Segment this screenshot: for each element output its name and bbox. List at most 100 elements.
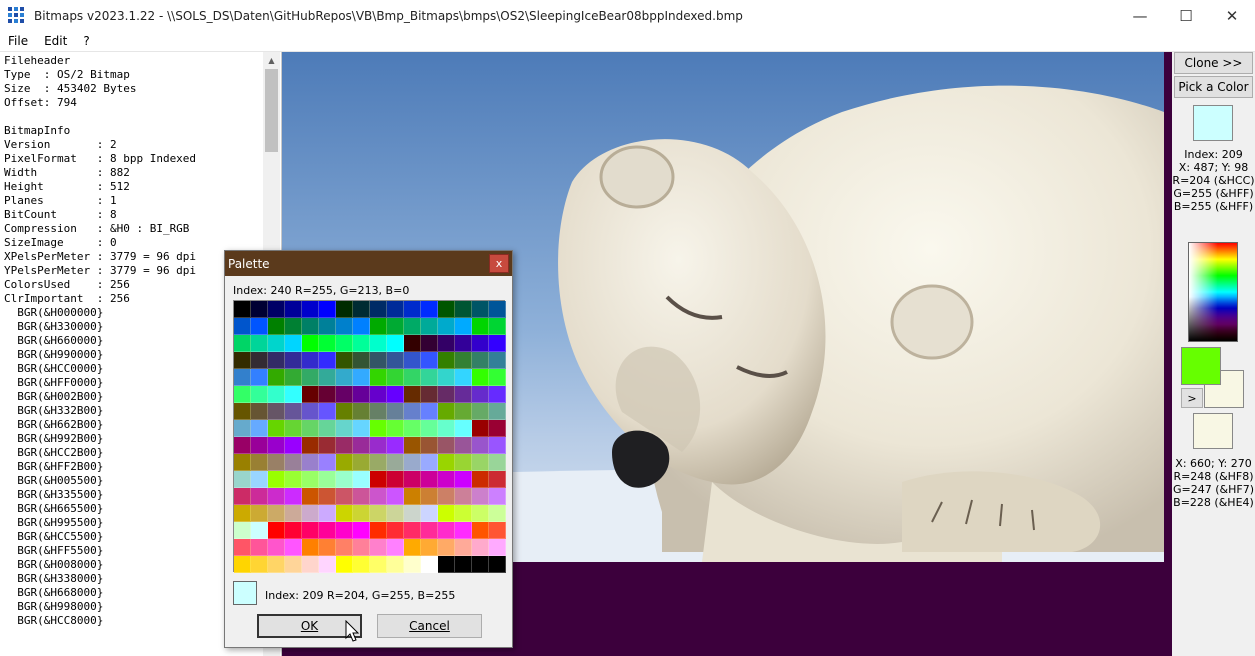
- palette-cell[interactable]: [421, 454, 438, 471]
- palette-cell[interactable]: [438, 352, 455, 369]
- palette-cell[interactable]: [489, 335, 506, 352]
- palette-cell[interactable]: [353, 522, 370, 539]
- palette-cell[interactable]: [421, 335, 438, 352]
- palette-cell[interactable]: [268, 301, 285, 318]
- palette-cell[interactable]: [285, 488, 302, 505]
- palette-cell[interactable]: [302, 471, 319, 488]
- palette-cell[interactable]: [472, 386, 489, 403]
- palette-cell[interactable]: [472, 437, 489, 454]
- palette-cell[interactable]: [234, 352, 251, 369]
- palette-cell[interactable]: [387, 471, 404, 488]
- palette-cell[interactable]: [268, 454, 285, 471]
- palette-cell[interactable]: [472, 471, 489, 488]
- menu-edit[interactable]: Edit: [36, 34, 75, 48]
- palette-cell[interactable]: [404, 556, 421, 573]
- palette-cell[interactable]: [319, 437, 336, 454]
- palette-cell[interactable]: [421, 403, 438, 420]
- palette-cell[interactable]: [353, 335, 370, 352]
- palette-cell[interactable]: [353, 352, 370, 369]
- palette-cell[interactable]: [370, 386, 387, 403]
- palette-cell[interactable]: [472, 301, 489, 318]
- cancel-button[interactable]: Cancel: [377, 614, 482, 638]
- palette-cell[interactable]: [336, 556, 353, 573]
- palette-cell[interactable]: [302, 437, 319, 454]
- palette-cell[interactable]: [421, 386, 438, 403]
- menu-file[interactable]: File: [0, 34, 36, 48]
- palette-cell[interactable]: [438, 386, 455, 403]
- palette-cell[interactable]: [438, 505, 455, 522]
- palette-cell[interactable]: [285, 505, 302, 522]
- palette-cell[interactable]: [404, 488, 421, 505]
- palette-cell[interactable]: [404, 437, 421, 454]
- palette-cell[interactable]: [472, 556, 489, 573]
- palette-cell[interactable]: [302, 522, 319, 539]
- palette-cell[interactable]: [251, 522, 268, 539]
- palette-cell[interactable]: [319, 454, 336, 471]
- palette-cell[interactable]: [455, 420, 472, 437]
- palette-cell[interactable]: [455, 488, 472, 505]
- palette-cell[interactable]: [268, 335, 285, 352]
- palette-cell[interactable]: [302, 301, 319, 318]
- palette-cell[interactable]: [370, 471, 387, 488]
- palette-cell[interactable]: [319, 556, 336, 573]
- palette-cell[interactable]: [268, 369, 285, 386]
- palette-cell[interactable]: [421, 471, 438, 488]
- palette-cell[interactable]: [472, 420, 489, 437]
- palette-cell[interactable]: [353, 403, 370, 420]
- palette-cell[interactable]: [285, 386, 302, 403]
- close-button[interactable]: ✕: [1209, 0, 1255, 31]
- palette-cell[interactable]: [319, 539, 336, 556]
- palette-cell[interactable]: [251, 505, 268, 522]
- palette-cell[interactable]: [285, 335, 302, 352]
- palette-cell[interactable]: [421, 505, 438, 522]
- palette-cell[interactable]: [387, 437, 404, 454]
- foreground-color-swatch[interactable]: [1181, 347, 1221, 385]
- palette-cell[interactable]: [251, 539, 268, 556]
- palette-cell[interactable]: [387, 539, 404, 556]
- palette-dialog-titlebar[interactable]: Palette x: [225, 251, 512, 276]
- palette-cell[interactable]: [438, 420, 455, 437]
- palette-cell[interactable]: [489, 539, 506, 556]
- palette-cell[interactable]: [234, 403, 251, 420]
- palette-cell[interactable]: [438, 556, 455, 573]
- palette-cell[interactable]: [370, 369, 387, 386]
- palette-cell[interactable]: [387, 352, 404, 369]
- palette-cell[interactable]: [421, 522, 438, 539]
- palette-cell[interactable]: [234, 335, 251, 352]
- palette-cell[interactable]: [302, 352, 319, 369]
- palette-cell[interactable]: [353, 301, 370, 318]
- palette-cell[interactable]: [268, 505, 285, 522]
- palette-cell[interactable]: [455, 318, 472, 335]
- palette-cell[interactable]: [234, 369, 251, 386]
- palette-cell[interactable]: [285, 369, 302, 386]
- palette-cell[interactable]: [455, 556, 472, 573]
- scroll-thumb[interactable]: [265, 69, 278, 152]
- palette-cell[interactable]: [387, 386, 404, 403]
- palette-cell[interactable]: [387, 556, 404, 573]
- palette-cell[interactable]: [489, 522, 506, 539]
- palette-cell[interactable]: [285, 437, 302, 454]
- palette-cell[interactable]: [370, 335, 387, 352]
- palette-cell[interactable]: [404, 505, 421, 522]
- palette-cell[interactable]: [387, 318, 404, 335]
- palette-cell[interactable]: [438, 471, 455, 488]
- palette-cell[interactable]: [387, 488, 404, 505]
- palette-cell[interactable]: [302, 403, 319, 420]
- palette-cell[interactable]: [370, 488, 387, 505]
- palette-cell[interactable]: [387, 335, 404, 352]
- palette-cell[interactable]: [234, 505, 251, 522]
- palette-cell[interactable]: [353, 369, 370, 386]
- palette-cell[interactable]: [319, 352, 336, 369]
- palette-cell[interactable]: [268, 522, 285, 539]
- palette-cell[interactable]: [336, 386, 353, 403]
- palette-cell[interactable]: [234, 539, 251, 556]
- palette-cell[interactable]: [404, 352, 421, 369]
- palette-cell[interactable]: [319, 369, 336, 386]
- palette-cell[interactable]: [251, 301, 268, 318]
- palette-cell[interactable]: [302, 386, 319, 403]
- palette-cell[interactable]: [319, 420, 336, 437]
- palette-cell[interactable]: [438, 488, 455, 505]
- palette-cell[interactable]: [438, 437, 455, 454]
- palette-cell[interactable]: [455, 471, 472, 488]
- palette-cell[interactable]: [302, 539, 319, 556]
